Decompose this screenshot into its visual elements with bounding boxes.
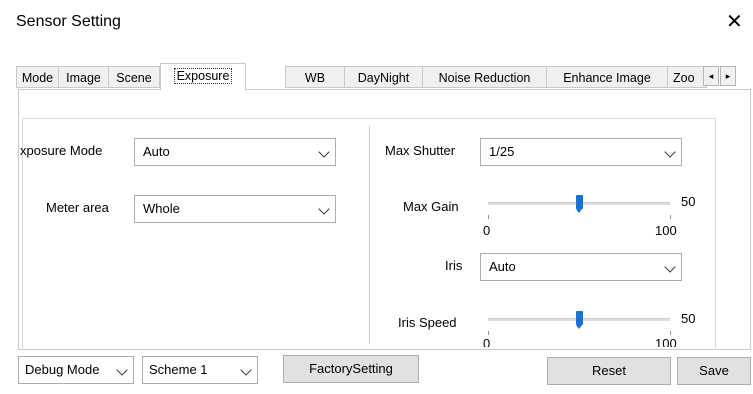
- tab-wb[interactable]: WB: [285, 66, 345, 88]
- scheme-value: Scheme 1: [149, 362, 208, 377]
- tab-strip: Mode Image Scene Exposure WB DayNight No…: [16, 63, 753, 90]
- max-gain-value: 50: [681, 194, 696, 209]
- tab-scene[interactable]: Scene: [108, 66, 160, 88]
- factory-setting-button[interactable]: FactorySetting: [283, 355, 419, 383]
- max-gain-max: 100: [655, 223, 677, 238]
- slider-tick: [670, 215, 671, 219]
- iris-speed-thumb[interactable]: [575, 311, 583, 329]
- tab-label: Exposure: [173, 68, 233, 84]
- slider-tick: [488, 331, 489, 335]
- column-divider: [369, 126, 370, 344]
- debug-mode-value: Debug Mode: [25, 362, 100, 377]
- tab-label: Noise Reduction: [438, 71, 531, 85]
- debug-mode-select[interactable]: Debug Mode: [18, 356, 134, 384]
- iris-speed-label: Iris Speed: [398, 315, 457, 330]
- tab-image[interactable]: Image: [58, 66, 109, 88]
- chevron-down-icon: [664, 261, 676, 273]
- max-gain-min: 0: [483, 223, 491, 238]
- slider-tick: [670, 331, 671, 335]
- tab-label: Enhance Image: [563, 71, 651, 85]
- meter-area-label: Meter area: [46, 200, 109, 215]
- iris-label: Iris: [445, 258, 463, 273]
- tab-mode[interactable]: Mode: [16, 66, 59, 88]
- tab-scroll-right-icon[interactable]: ▸: [720, 66, 736, 86]
- iris-speed-value: 50: [681, 311, 696, 326]
- iris-select[interactable]: Auto: [480, 253, 682, 281]
- tab-zoom[interactable]: Zoo: [667, 66, 707, 88]
- close-icon[interactable]: ✕: [726, 9, 743, 34]
- tab-label: DayNight: [357, 71, 410, 85]
- chevron-down-icon: [240, 364, 252, 376]
- tab-enhance-image[interactable]: Enhance Image: [546, 66, 668, 88]
- save-button[interactable]: Save: [677, 357, 751, 385]
- iris-value: Auto: [489, 259, 516, 274]
- iris-speed-min: 0: [483, 336, 491, 347]
- tab-label: WB: [304, 71, 326, 85]
- tab-scroll-left-icon[interactable]: ◂: [703, 66, 719, 86]
- iris-speed-max: 100: [655, 336, 677, 347]
- tab-label: Zoo: [673, 71, 695, 85]
- tab-daynight[interactable]: DayNight: [344, 66, 423, 88]
- tab-exposure[interactable]: Exposure: [160, 63, 246, 90]
- window-title: Sensor Setting: [16, 13, 121, 30]
- max-gain-thumb[interactable]: [575, 195, 583, 213]
- meter-area-value: Whole: [143, 201, 180, 216]
- max-gain-label: Max Gain: [403, 199, 459, 214]
- max-shutter-select[interactable]: 1/25: [480, 138, 682, 166]
- exposure-mode-label: xposure Mode: [20, 143, 103, 158]
- tab-label: Scene: [116, 71, 152, 85]
- chevron-down-icon: [318, 203, 330, 215]
- exposure-mode-value: Auto: [143, 144, 170, 159]
- chevron-down-icon: [318, 146, 330, 158]
- slider-tick: [488, 215, 489, 219]
- max-shutter-label: Max Shutter: [385, 143, 456, 158]
- chevron-down-icon: [116, 364, 128, 376]
- tab-label: Image: [66, 71, 101, 85]
- scheme-select[interactable]: Scheme 1: [142, 356, 258, 384]
- chevron-down-icon: [664, 146, 676, 158]
- reset-button[interactable]: Reset: [547, 357, 671, 385]
- meter-area-select[interactable]: Whole: [134, 195, 336, 223]
- max-shutter-value: 1/25: [489, 144, 515, 159]
- tab-noise-reduction[interactable]: Noise Reduction: [422, 66, 547, 88]
- exposure-mode-select[interactable]: Auto: [134, 138, 336, 166]
- tab-label: Mode: [21, 71, 54, 85]
